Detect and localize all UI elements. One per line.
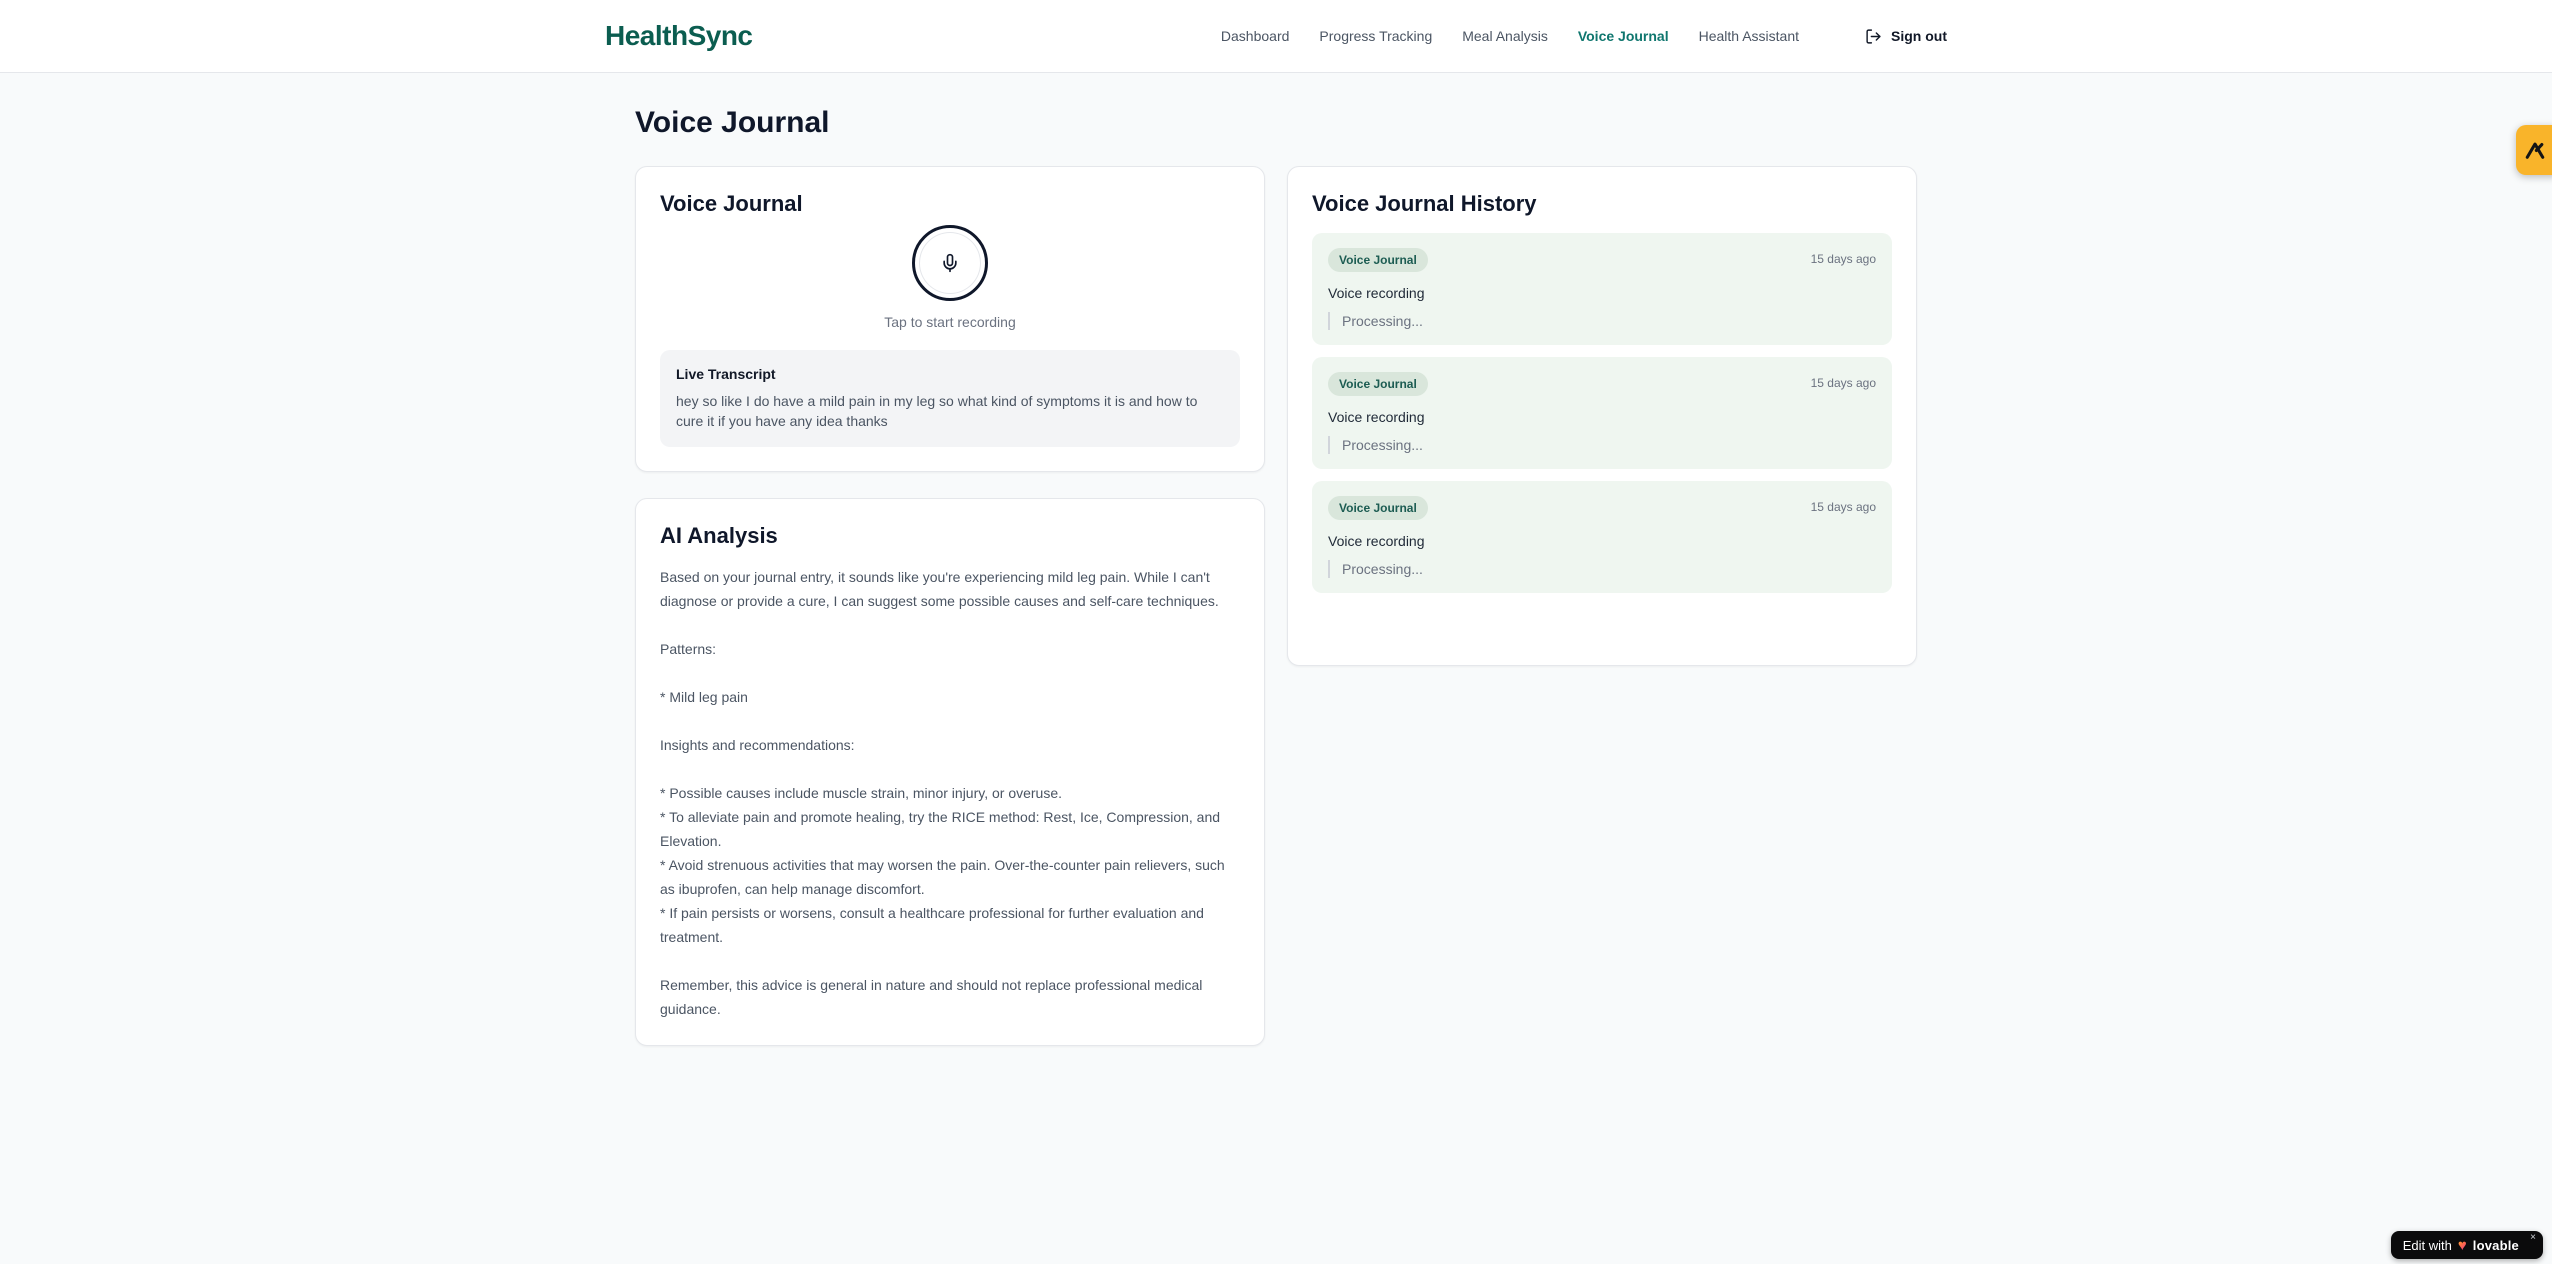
close-icon[interactable]: × [2530,1233,2536,1243]
history-list: Voice Journal 15 days ago Voice recordin… [1312,233,1892,593]
entry-timestamp: 15 days ago [1810,376,1876,390]
microphone-icon [940,253,960,273]
history-entry: Voice Journal 15 days ago Voice recordin… [1312,357,1892,469]
nav-item-meal-analysis[interactable]: Meal Analysis [1462,28,1548,44]
entry-type-badge: Voice Journal [1328,248,1428,272]
tap-to-record-hint: Tap to start recording [884,314,1016,330]
ai-analysis-body: Based on your journal entry, it sounds l… [660,569,1225,1017]
lovable-heart-icon: ♥ [2457,1236,2467,1254]
history-entry-header: Voice Journal 15 days ago [1328,372,1876,396]
sign-out-button[interactable]: Sign out [1865,28,1947,45]
history-card-title: Voice Journal History [1312,191,1537,216]
entry-type-badge: Voice Journal [1328,496,1428,520]
sign-out-label: Sign out [1891,28,1947,44]
history-entry-header: Voice Journal 15 days ago [1328,496,1876,520]
record-button[interactable] [912,225,988,301]
voice-recorder-card: Voice Journal Tap to start recording Liv… [635,166,1265,472]
recorder-card-title: Voice Journal [660,191,803,216]
live-transcript-box: Live Transcript hey so like I do have a … [660,350,1240,447]
main-nav: Dashboard Progress Tracking Meal Analysi… [1221,28,1947,45]
content-grid: Voice Journal Tap to start recording Liv… [635,166,1917,1046]
entry-processing-status: Processing... [1328,312,1876,330]
right-column: Voice Journal History Voice Journal 15 d… [1287,166,1917,666]
ai-analysis-card: AI Analysis Based on your journal entry,… [635,498,1265,1046]
entry-processing-status: Processing... [1328,560,1876,578]
app-logo[interactable]: HealthSync [605,20,753,52]
voice-journal-history-card: Voice Journal History Voice Journal 15 d… [1287,166,1917,666]
recorder-area: Tap to start recording [660,225,1240,330]
live-transcript-title: Live Transcript [676,366,776,382]
history-entry: Voice Journal 15 days ago Voice recordin… [1312,233,1892,345]
entry-timestamp: 15 days ago [1810,252,1876,266]
entry-label: Voice recording [1328,533,1425,549]
lovable-brand-label: lovable [2472,1237,2519,1253]
history-entry: Voice Journal 15 days ago Voice recordin… [1312,481,1892,593]
nav-item-dashboard[interactable]: Dashboard [1221,28,1290,44]
page-title: Voice Journal [635,106,830,139]
live-transcript-text: hey so like I do have a mild pain in my … [676,393,1198,429]
entry-timestamp: 15 days ago [1810,500,1876,514]
lovable-a-icon [2524,140,2546,160]
edit-with-lovable-button[interactable]: Edit with ♥ lovable × [2390,1231,2543,1259]
left-column: Voice Journal Tap to start recording Liv… [635,166,1265,1046]
lovable-edge-badge[interactable] [2516,125,2552,175]
navbar-inner: HealthSync Dashboard Progress Tracking M… [605,0,1947,72]
logout-icon [1865,28,1882,45]
entry-label: Voice recording [1328,409,1425,425]
ai-analysis-title: AI Analysis [660,523,778,548]
history-entry-header: Voice Journal 15 days ago [1328,248,1876,272]
nav-item-health-assistant[interactable]: Health Assistant [1699,28,1799,44]
nav-item-voice-journal[interactable]: Voice Journal [1578,28,1669,44]
nav-item-progress-tracking[interactable]: Progress Tracking [1319,28,1432,44]
entry-processing-status: Processing... [1328,436,1876,454]
entry-label: Voice recording [1328,285,1425,301]
edit-with-label: Edit with [2402,1237,2452,1253]
top-navbar: HealthSync Dashboard Progress Tracking M… [0,0,2552,73]
voice-journal-page: Voice Journal Voice Journal Tap to start… [635,73,1917,1046]
entry-type-badge: Voice Journal [1328,372,1428,396]
